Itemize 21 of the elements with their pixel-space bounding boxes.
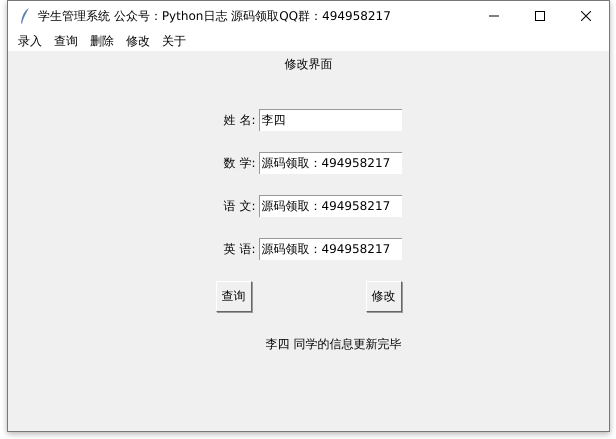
input-field[interactable]: 源码领取：494958217	[258, 152, 402, 174]
field-label: 语 文:	[224, 198, 256, 214]
menu-item[interactable]: 关于	[156, 32, 192, 50]
input-field[interactable]: 李四	[258, 109, 402, 131]
form-heading: 修改界面	[284, 56, 332, 73]
menu-item[interactable]: 修改	[120, 32, 156, 50]
close-icon	[581, 11, 591, 21]
maximize-icon	[535, 11, 545, 21]
query-button[interactable]: 查询	[216, 281, 252, 312]
menu-item[interactable]: 删除	[84, 32, 120, 50]
field-label: 英 语:	[224, 240, 256, 258]
window-title: 学生管理系统 公众号：Python日志 源码领取QQ群：494958217	[38, 8, 392, 24]
field-label: 数 学:	[224, 154, 256, 172]
feather-icon	[20, 8, 30, 24]
menu-item[interactable]: 录入	[12, 32, 48, 50]
status-message: 李四 同学的信息更新完毕	[266, 336, 402, 353]
field-label: 姓 名:	[224, 112, 256, 128]
input-field[interactable]: 源码领取：494958217	[258, 195, 402, 217]
modify-button[interactable]: 修改	[366, 281, 402, 312]
menu-item[interactable]: 查询	[48, 32, 84, 50]
input-field[interactable]: 源码领取：494958217	[258, 238, 402, 260]
